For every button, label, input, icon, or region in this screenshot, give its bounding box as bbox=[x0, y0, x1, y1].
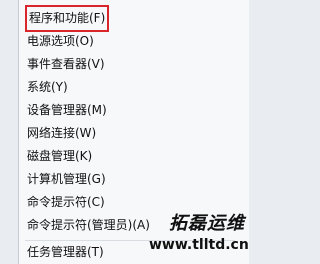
watermark-url-text: www.tlltd.cn bbox=[149, 237, 249, 253]
menu-item-disk-management[interactable]: 磁盘管理(K) bbox=[27, 145, 92, 168]
menu-item-power-options[interactable]: 电源选项(O) bbox=[27, 30, 94, 53]
menu-item-device-manager[interactable]: 设备管理器(M) bbox=[27, 99, 107, 122]
menu-item-event-viewer[interactable]: 事件查看器(V) bbox=[27, 53, 105, 76]
site-watermark: 拓磊运维 www.tlltd.cn bbox=[149, 212, 249, 256]
menu-item-network-connections[interactable]: 网络连接(W) bbox=[27, 122, 96, 145]
menu-item-command-prompt[interactable]: 命令提示符(C) bbox=[27, 191, 105, 214]
menu-item-task-manager[interactable]: 任务管理器(T) bbox=[27, 241, 104, 264]
menu-item-computer-management[interactable]: 计算机管理(G) bbox=[27, 168, 106, 191]
menu-item-system[interactable]: 系统(Y) bbox=[27, 76, 68, 99]
menu-item-command-prompt-admin[interactable]: 命令提示符(管理员)(A) bbox=[27, 214, 150, 237]
watermark-brand-text: 拓磊运维 bbox=[169, 213, 245, 234]
menu-item-programs-and-features[interactable]: 程序和功能(F) bbox=[24, 5, 110, 32]
context-menu-screenshot: 程序和功能(F) 电源选项(O) 事件查看器(V) 系统(Y) 设备管理器(M)… bbox=[0, 0, 249, 264]
